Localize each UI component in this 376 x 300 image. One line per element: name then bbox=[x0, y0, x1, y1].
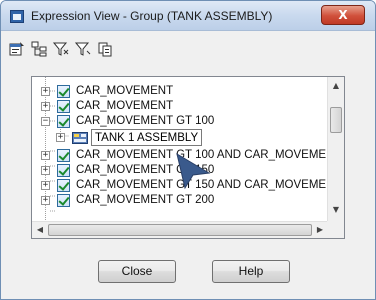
horizontal-scroll-thumb[interactable] bbox=[48, 224, 312, 236]
expression-view-dialog: Expression View - Group (TANK ASSEMBLY) … bbox=[0, 0, 376, 300]
help-button[interactable]: Help bbox=[212, 260, 290, 283]
title-bar[interactable]: Expression View - Group (TANK ASSEMBLY) … bbox=[1, 1, 375, 31]
scroll-right-arrow-icon[interactable]: ▶ bbox=[314, 225, 326, 235]
row-label: CAR_MOVEMENT GT 200 bbox=[76, 194, 215, 206]
filter-clear-icon[interactable] bbox=[74, 41, 91, 57]
row-checkbox[interactable] bbox=[57, 164, 70, 177]
filter-icon[interactable] bbox=[52, 41, 69, 57]
expand-toggle[interactable]: + bbox=[41, 87, 50, 96]
expand-tree-icon[interactable] bbox=[31, 41, 47, 57]
tree-row[interactable]: + CAR_MOVEMENT bbox=[32, 99, 332, 114]
expand-toggle[interactable]: + bbox=[41, 151, 50, 160]
copy-icon[interactable] bbox=[97, 41, 113, 57]
expand-toggle[interactable]: + bbox=[56, 133, 65, 142]
scrollbar-corner bbox=[327, 221, 344, 238]
expand-toggle[interactable]: + bbox=[41, 196, 50, 205]
row-label: CAR_MOVEMENT bbox=[76, 85, 174, 97]
tree-row[interactable]: − CAR_MOVEMENT GT 100 bbox=[32, 114, 332, 129]
expand-toggle[interactable]: + bbox=[41, 102, 50, 111]
tree-row-child[interactable]: + TANK 1 ASSEMBLY bbox=[32, 129, 332, 147]
row-label: CAR_MOVEMENT bbox=[76, 100, 174, 112]
vertical-scroll-thumb[interactable] bbox=[330, 107, 342, 133]
mouse-pointer-icon bbox=[176, 152, 211, 190]
window-icon bbox=[10, 10, 24, 23]
collapse-toggle[interactable]: − bbox=[41, 117, 50, 126]
window-title: Expression View - Group (TANK ASSEMBLY) bbox=[31, 9, 273, 23]
horizontal-scrollbar[interactable]: ◀ ▶ bbox=[32, 221, 328, 238]
vertical-scrollbar[interactable]: ▲ ▼ bbox=[327, 77, 344, 222]
close-window-button[interactable]: X bbox=[321, 5, 365, 25]
row-checkbox[interactable] bbox=[57, 179, 70, 192]
expand-toggle[interactable]: + bbox=[41, 181, 50, 190]
row-checkbox[interactable] bbox=[57, 100, 70, 113]
assembly-icon bbox=[72, 132, 88, 144]
expand-toggle[interactable]: + bbox=[41, 166, 50, 175]
scroll-down-arrow-icon[interactable]: ▼ bbox=[330, 205, 342, 215]
selected-item-label[interactable]: TANK 1 ASSEMBLY bbox=[91, 129, 203, 146]
close-button[interactable]: Close bbox=[98, 260, 176, 283]
scroll-up-arrow-icon[interactable]: ▲ bbox=[330, 81, 342, 91]
row-checkbox[interactable] bbox=[57, 149, 70, 162]
row-label: CAR_MOVEMENT GT 100 bbox=[76, 115, 215, 127]
properties-icon[interactable] bbox=[9, 41, 25, 57]
row-checkbox[interactable] bbox=[57, 115, 70, 128]
tree-row[interactable]: + CAR_MOVEMENT bbox=[32, 84, 332, 99]
row-checkbox[interactable] bbox=[57, 194, 70, 207]
tree-row[interactable]: + CAR_MOVEMENT GT 200 bbox=[32, 193, 332, 208]
row-checkbox[interactable] bbox=[57, 85, 70, 98]
scroll-left-arrow-icon[interactable]: ◀ bbox=[34, 225, 46, 235]
